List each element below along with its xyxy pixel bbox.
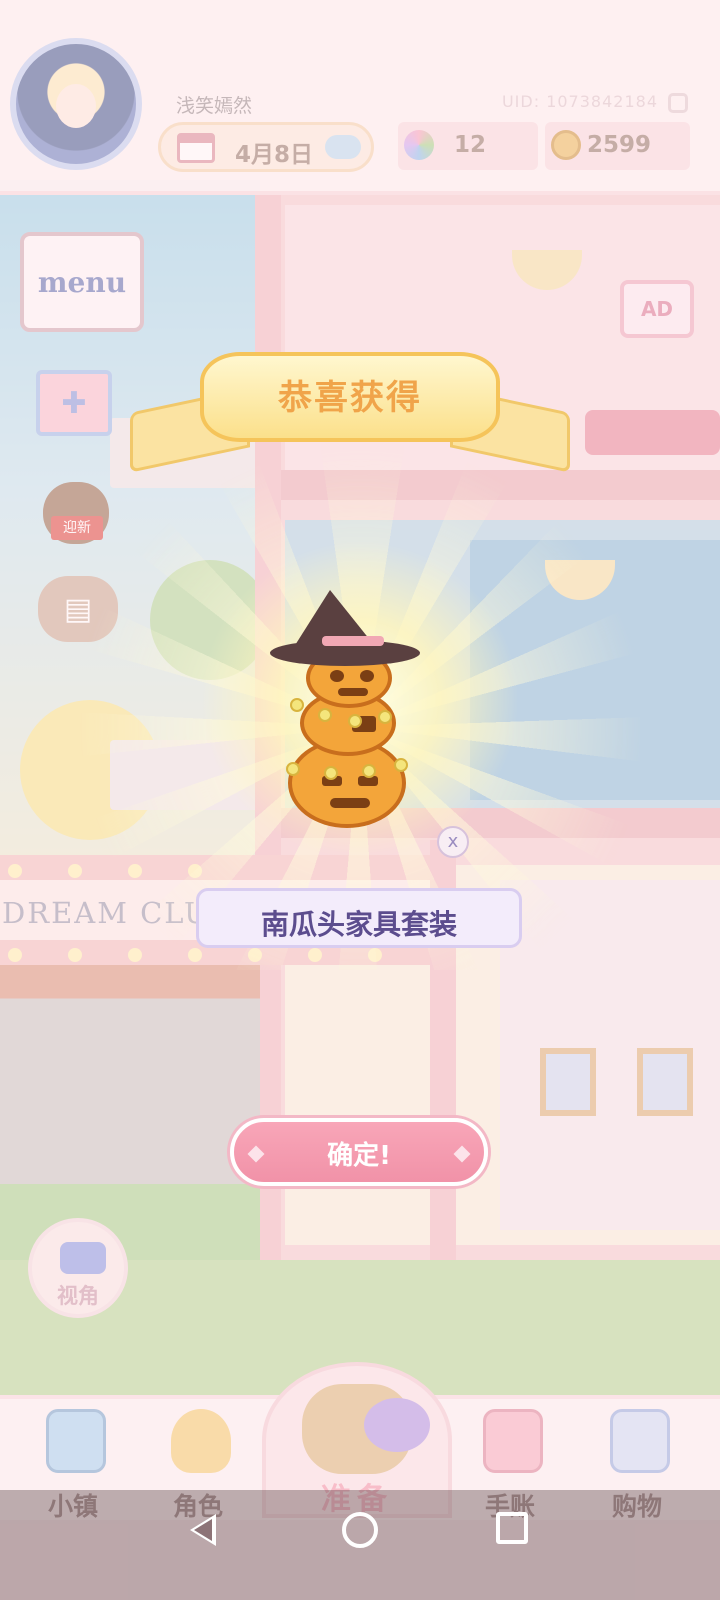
reward-title: 恭喜获得 (278, 378, 422, 418)
confirm-label: 确定! (327, 1141, 391, 1171)
recent-apps-icon[interactable] (496, 1512, 528, 1544)
system-navigation-bar (0, 1490, 720, 1600)
item-close-icon[interactable]: x (437, 826, 469, 858)
bead (394, 758, 408, 772)
bead (290, 698, 304, 712)
bead (378, 710, 392, 724)
pumpkin-mouth (330, 798, 370, 808)
witch-hat-band (322, 636, 384, 646)
back-icon[interactable] (190, 1514, 216, 1546)
pumpkin-eye (360, 670, 374, 682)
home-icon[interactable] (342, 1512, 378, 1548)
bead (324, 766, 338, 780)
pumpkin-furniture-icon (270, 590, 440, 850)
item-name-plate: 南瓜头家具套装 (196, 888, 522, 948)
bead (362, 764, 376, 778)
bead (348, 714, 362, 728)
bead (318, 708, 332, 722)
confirm-button[interactable]: 确定! (230, 1118, 488, 1186)
pumpkin-eye (330, 670, 344, 682)
reward-banner: 恭喜获得 (130, 342, 570, 473)
item-name: 南瓜头家具套装 (260, 908, 457, 941)
bead (286, 762, 300, 776)
pumpkin-mouth (338, 688, 368, 696)
